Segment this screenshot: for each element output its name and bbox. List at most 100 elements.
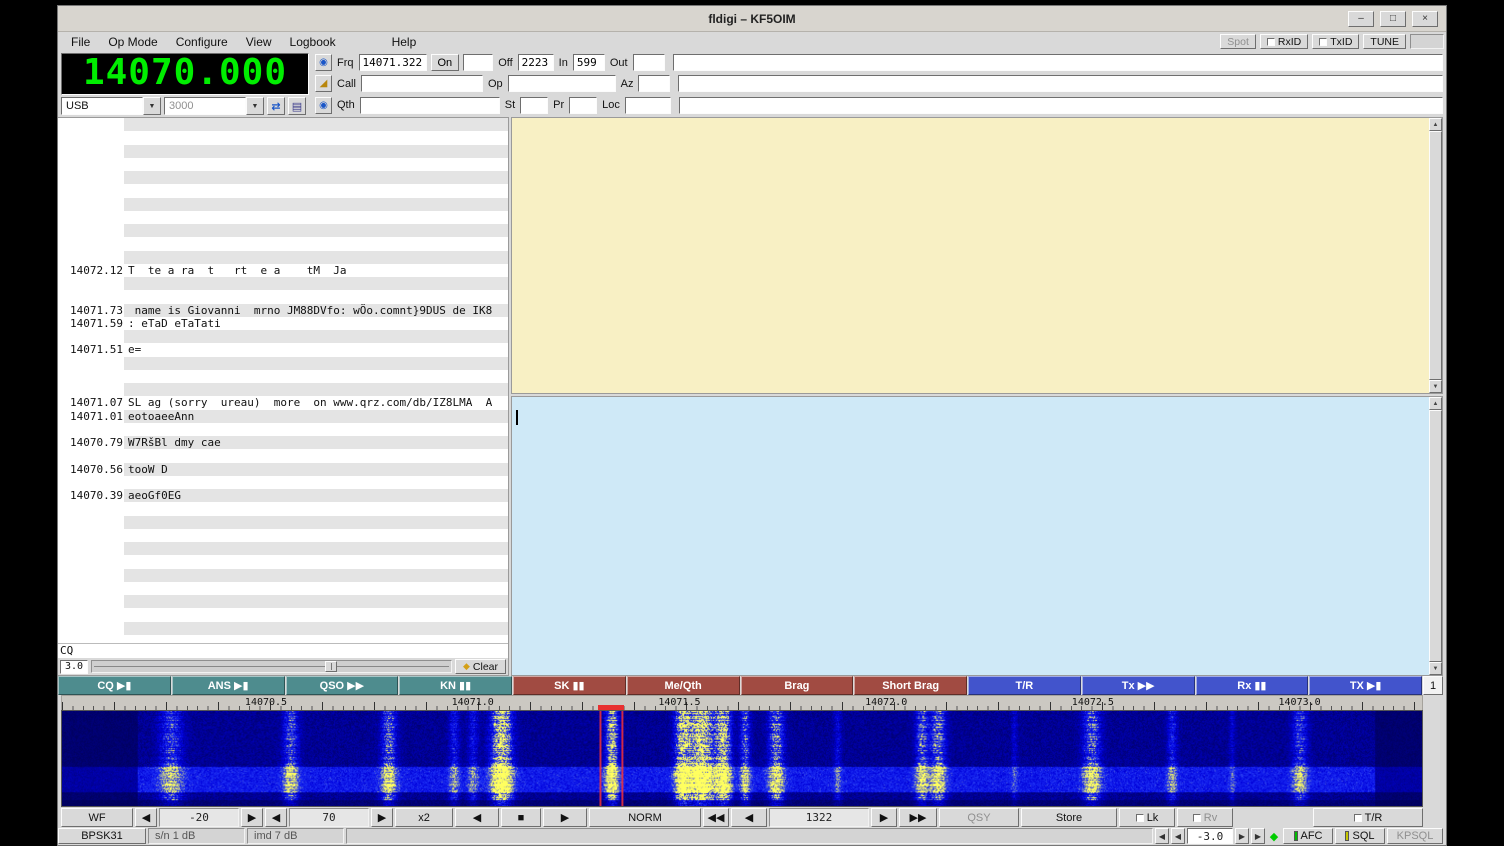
notes-input-2[interactable] bbox=[678, 75, 1443, 92]
browser-channel-row[interactable] bbox=[58, 198, 508, 211]
txid-button[interactable]: TxID bbox=[1312, 34, 1359, 49]
browser-channel-row[interactable]: 14071.51e= bbox=[58, 343, 508, 356]
scroll-down-icon[interactable]: ▼ bbox=[1429, 380, 1442, 393]
browser-channel-row[interactable] bbox=[58, 622, 508, 635]
browser-channel-row[interactable] bbox=[58, 542, 508, 555]
browser-channel-row[interactable] bbox=[58, 211, 508, 224]
maximize-button[interactable]: □ bbox=[1380, 11, 1406, 27]
browser-channel-row[interactable] bbox=[58, 145, 508, 158]
sql-button[interactable]: SQL bbox=[1335, 828, 1385, 844]
tx-queue-line[interactable]: CQ bbox=[58, 643, 508, 658]
browser-channel-row[interactable] bbox=[58, 635, 508, 643]
browser-channel-row[interactable] bbox=[58, 502, 508, 515]
browser-channel-row[interactable] bbox=[58, 277, 508, 290]
browser-channel-row[interactable] bbox=[58, 449, 508, 462]
loc-input[interactable] bbox=[625, 97, 671, 114]
lock-checkbox[interactable]: Lk bbox=[1119, 808, 1175, 827]
time-off-input[interactable] bbox=[518, 54, 554, 71]
rst-out-input[interactable] bbox=[633, 54, 665, 71]
bandwidth-select[interactable]: 3000 ▼ bbox=[164, 97, 264, 115]
browser-channel-row[interactable] bbox=[58, 569, 508, 582]
browser-channel-row[interactable]: 14070.79W7RšBl dmy cae bbox=[58, 436, 508, 449]
waterfall-display[interactable] bbox=[61, 710, 1423, 807]
macro-button-tx[interactable]: TX ▶▮ bbox=[1309, 676, 1422, 695]
txrx-checkbox[interactable]: T/R bbox=[1313, 808, 1423, 827]
menu-help[interactable]: Help bbox=[383, 32, 426, 51]
browser-channel-row[interactable]: 14071.59: eTaD eTaTati bbox=[58, 317, 508, 330]
browser-channel-row[interactable] bbox=[58, 131, 508, 144]
menu-op-mode[interactable]: Op Mode bbox=[99, 32, 166, 51]
reverse-sideband-icon-button[interactable]: ⇄ bbox=[267, 97, 285, 115]
store-button[interactable]: Store bbox=[1021, 808, 1117, 827]
slew-left-button[interactable]: ◀ bbox=[455, 808, 499, 827]
scroll-up-icon[interactable]: ▲ bbox=[1429, 397, 1442, 410]
carrier-coarse-up-button[interactable]: ▶▶ bbox=[899, 808, 937, 827]
macro-button-tx[interactable]: Tx ▶▶ bbox=[1082, 676, 1195, 695]
browser-channel-row[interactable]: 14070.56tooW D bbox=[58, 463, 508, 476]
browser-channel-row[interactable]: 14072.12T te a ra t rt e a tM Ja bbox=[58, 264, 508, 277]
squelch-slider[interactable] bbox=[91, 660, 452, 673]
pr-input[interactable] bbox=[569, 97, 597, 114]
browser-channel-row[interactable] bbox=[58, 237, 508, 250]
macro-button-qso[interactable]: QSO ▶▶ bbox=[286, 676, 399, 695]
waterfall-canvas[interactable] bbox=[62, 711, 1422, 806]
macro-button-sk[interactable]: SK ▮▮ bbox=[513, 676, 626, 695]
qsy-button[interactable]: QSY bbox=[939, 808, 1019, 827]
macro-button-ans[interactable]: ANS ▶▮ bbox=[172, 676, 285, 695]
macro-button-brag[interactable]: Brag bbox=[741, 676, 854, 695]
macro-button-cq[interactable]: CQ ▶▮ bbox=[58, 676, 171, 695]
browser-channel-row[interactable] bbox=[58, 516, 508, 529]
kpsql-button[interactable]: KPSQL bbox=[1387, 828, 1443, 844]
browser-channel-row[interactable] bbox=[58, 118, 508, 131]
tx-level-value[interactable]: -3.0 bbox=[1187, 828, 1233, 844]
browser-channel-row[interactable] bbox=[58, 476, 508, 489]
reverse-checkbox[interactable]: Rv bbox=[1177, 808, 1233, 827]
carrier-coarse-down-button[interactable]: ◀◀ bbox=[703, 808, 729, 827]
browser-channel-row[interactable]: 14071.07SL ag (sorry ureau) more on www.… bbox=[58, 396, 508, 409]
macro-button-me-qth[interactable]: Me/Qth bbox=[627, 676, 740, 695]
az-input[interactable] bbox=[638, 75, 670, 92]
carrier-down-button[interactable]: ◀ bbox=[731, 808, 767, 827]
signal-browser[interactable]: 14072.12T te a ra t rt e a tM Ja 14071.73… bbox=[58, 118, 508, 643]
browser-channel-row[interactable] bbox=[58, 555, 508, 568]
menu-view[interactable]: View bbox=[237, 32, 281, 51]
zoom-button[interactable]: x2 bbox=[395, 808, 453, 827]
slew-stop-button[interactable]: ■ bbox=[501, 808, 541, 827]
browser-channel-row[interactable] bbox=[58, 595, 508, 608]
browser-channel-row[interactable] bbox=[58, 158, 508, 171]
qsy-globe-icon-button[interactable]: ◉ bbox=[315, 54, 332, 71]
tx-text-area[interactable] bbox=[512, 397, 1429, 675]
wf-cursor-marker[interactable] bbox=[598, 705, 624, 710]
tx-scrollbar[interactable]: ▲ ▼ bbox=[1429, 397, 1442, 675]
wf-mode-button[interactable]: WF bbox=[61, 808, 133, 827]
macro-button-short[interactable]: Short Brag bbox=[854, 676, 967, 695]
rx-scroll-track[interactable] bbox=[1429, 131, 1442, 380]
browser-channel-row[interactable] bbox=[58, 171, 508, 184]
frq-input[interactable] bbox=[359, 54, 427, 71]
slew-right-button[interactable]: ▶ bbox=[543, 808, 587, 827]
afc-button[interactable]: AFC bbox=[1283, 828, 1333, 844]
browser-channel-row[interactable] bbox=[58, 423, 508, 436]
minimize-button[interactable]: – bbox=[1348, 11, 1374, 27]
browser-channel-row[interactable] bbox=[58, 582, 508, 595]
macro-button-kn[interactable]: KN ▮▮ bbox=[399, 676, 512, 695]
spot-button[interactable]: Spot bbox=[1220, 34, 1256, 49]
notes-input-3[interactable] bbox=[679, 97, 1443, 114]
tx-level-down-button[interactable]: ◀ bbox=[1171, 828, 1185, 844]
browser-channel-row[interactable]: 14071.73 name is Giovanni mrno JM88DVfo:… bbox=[58, 304, 508, 317]
browser-channel-row[interactable] bbox=[58, 184, 508, 197]
scroll-up-icon[interactable]: ▲ bbox=[1429, 118, 1442, 131]
st-input[interactable] bbox=[520, 97, 548, 114]
tx-scroll-thumb[interactable] bbox=[1429, 410, 1442, 662]
browser-channel-row[interactable] bbox=[58, 330, 508, 343]
macro-button-t-r[interactable]: T/R bbox=[968, 676, 1081, 695]
time-on-button[interactable]: On bbox=[431, 54, 460, 71]
time-on-input[interactable] bbox=[463, 54, 493, 71]
browser-channel-row[interactable] bbox=[58, 529, 508, 542]
rx-scroll-thumb[interactable] bbox=[1429, 131, 1442, 380]
slider-handle[interactable] bbox=[325, 661, 337, 672]
title-bar[interactable]: fldigi – KF5OIM – □ × bbox=[58, 6, 1446, 32]
wf-frequency-scale[interactable]: 14070.514071.014071.514072.014072.514073… bbox=[61, 695, 1423, 710]
tune-button[interactable]: TUNE bbox=[1363, 34, 1406, 49]
browser-channel-row[interactable] bbox=[58, 383, 508, 396]
